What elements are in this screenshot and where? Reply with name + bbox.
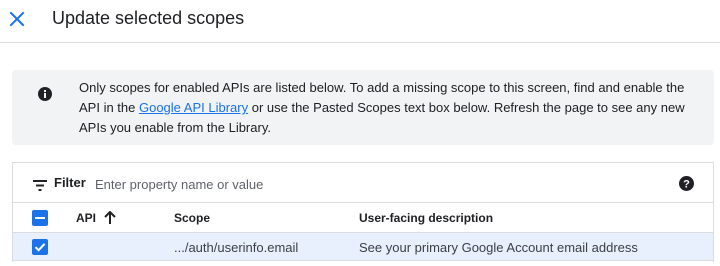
select-all-checkbox[interactable] bbox=[32, 210, 48, 226]
dialog-header: Update selected scopes bbox=[0, 0, 720, 43]
svg-text:?: ? bbox=[683, 179, 690, 191]
filter-label: Filter bbox=[54, 175, 86, 190]
table-row[interactable]: .../auth/userinfo.email See your primary… bbox=[13, 233, 713, 261]
filter-icon bbox=[33, 178, 47, 191]
row-checkbox[interactable] bbox=[32, 239, 48, 255]
column-header-description: User-facing description bbox=[359, 211, 494, 225]
row-description-cell: See your primary Google Account email ad… bbox=[359, 240, 638, 255]
column-header-scope: Scope bbox=[174, 211, 211, 225]
arrow-up-icon[interactable] bbox=[104, 210, 116, 224]
close-icon bbox=[6, 8, 28, 30]
scopes-table: Filter ? API Scope User-facing descripti… bbox=[12, 162, 714, 262]
row-scope-cell: .../auth/userinfo.email bbox=[174, 240, 299, 255]
indeterminate-icon bbox=[35, 217, 45, 219]
filter-bar: Filter ? bbox=[13, 163, 713, 203]
info-banner: Only scopes for enabled APIs are listed … bbox=[12, 70, 714, 145]
banner-message: Only scopes for enabled APIs are listed … bbox=[79, 78, 699, 138]
close-button[interactable] bbox=[6, 8, 28, 30]
dialog-title: Update selected scopes bbox=[52, 8, 245, 28]
column-header-api[interactable]: API bbox=[76, 211, 96, 225]
help-icon[interactable]: ? bbox=[679, 176, 694, 191]
table-header-row: API Scope User-facing description bbox=[13, 203, 713, 233]
google-api-library-link[interactable]: Google API Library bbox=[139, 100, 248, 115]
filter-input[interactable] bbox=[95, 173, 655, 195]
info-icon bbox=[38, 87, 52, 101]
